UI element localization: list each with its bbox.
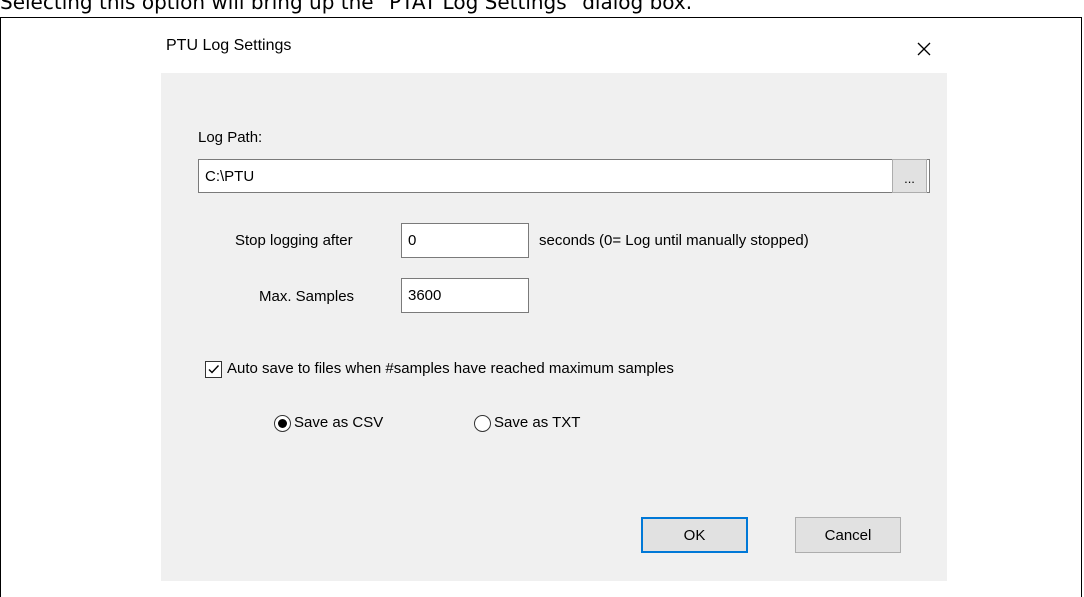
log-path-label: Log Path: (198, 129, 263, 146)
auto-save-checkbox[interactable] (205, 361, 222, 378)
ptu-log-settings-dialog: PTU Log Settings Log Path: ... Stop logg… (161, 24, 947, 581)
auto-save-label: Auto save to files when #samples have re… (227, 360, 674, 377)
save-as-txt-label: Save as TXT (494, 414, 581, 431)
save-as-csv-label: Save as CSV (294, 414, 384, 431)
ok-button[interactable]: OK (641, 517, 748, 553)
log-path-input[interactable] (198, 159, 930, 193)
stop-logging-input[interactable] (401, 223, 529, 258)
close-button[interactable] (901, 24, 947, 73)
max-samples-label: Max. Samples (259, 288, 355, 305)
document-caption: Selecting this option will bring up the … (0, 0, 693, 14)
max-samples-input[interactable] (401, 278, 529, 313)
title-bar: PTU Log Settings (161, 24, 947, 73)
radio-selected-dot (278, 419, 287, 428)
seconds-hint: seconds (0= Log until manually stopped) (539, 232, 809, 249)
stop-logging-label: Stop logging after (235, 232, 353, 249)
checkmark-icon (208, 365, 220, 374)
cancel-button[interactable]: Cancel (795, 517, 901, 553)
browse-button[interactable]: ... (892, 159, 927, 193)
save-as-csv-radio[interactable] (274, 415, 291, 432)
dialog-title: PTU Log Settings (166, 37, 292, 54)
close-icon (917, 42, 931, 55)
save-as-txt-radio[interactable] (474, 415, 491, 432)
